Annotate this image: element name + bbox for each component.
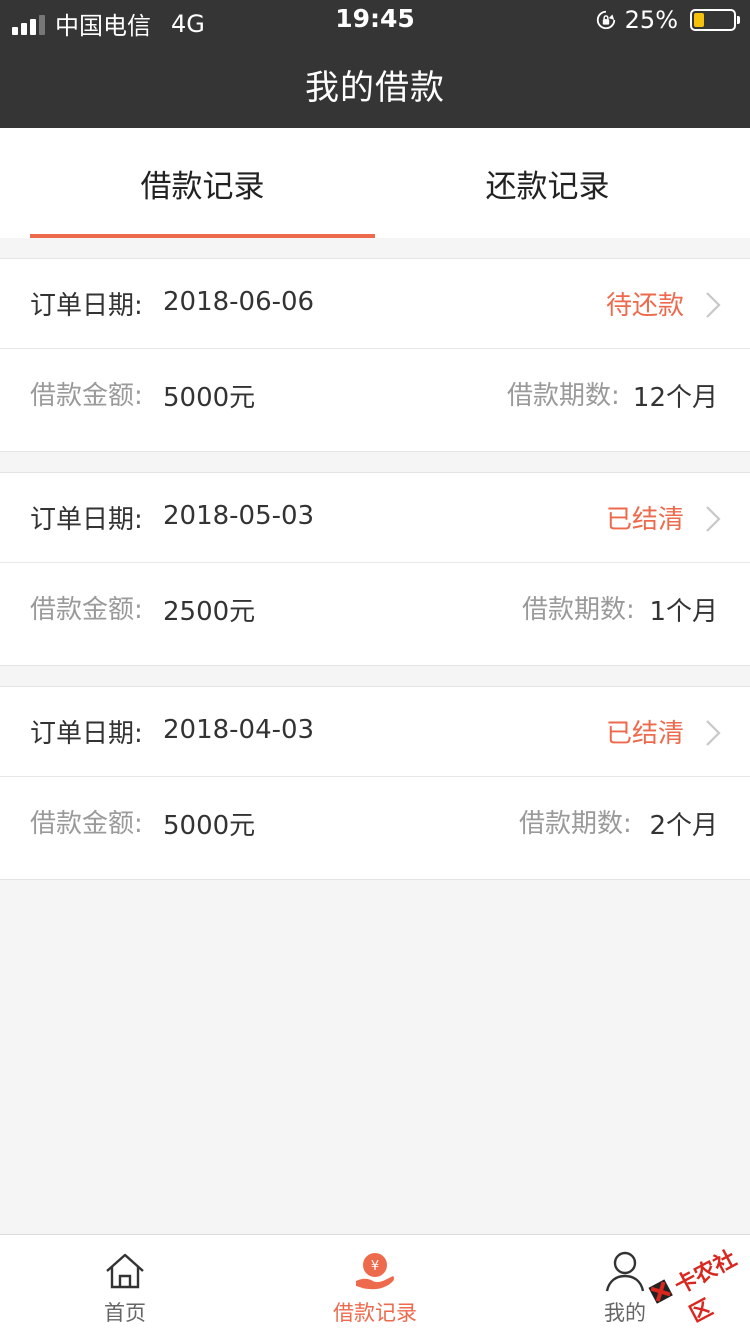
amount-value: 5000元 bbox=[163, 811, 256, 841]
nav-loan-records-label: 借款记录 bbox=[333, 1301, 417, 1325]
rotation-lock-icon bbox=[596, 10, 615, 30]
order-date-label: 订单日期: bbox=[30, 505, 143, 535]
periods-value: 1个月 bbox=[649, 597, 718, 627]
loan-card: 订单日期: 2018-05-03 已结清 借款金额: 2500元 借款期数: 1… bbox=[0, 472, 750, 666]
app-header: 中国电信 4G 19:45 25% 我的借款 bbox=[0, 0, 750, 128]
svg-text:¥: ¥ bbox=[371, 1259, 379, 1274]
chevron-right-icon bbox=[706, 720, 721, 746]
amount-label: 借款金额: bbox=[30, 809, 143, 839]
battery-level bbox=[694, 13, 704, 27]
periods-label: 借款期数: bbox=[519, 809, 632, 839]
periods-label: 借款期数: bbox=[522, 595, 635, 625]
amount-label: 借款金额: bbox=[30, 381, 143, 411]
periods-label: 借款期数: bbox=[507, 381, 620, 411]
order-date-label: 订单日期: bbox=[30, 719, 143, 749]
chevron-right-icon bbox=[706, 292, 721, 318]
order-date-value: 2018-04-03 bbox=[163, 715, 315, 745]
battery-icon bbox=[690, 9, 740, 31]
loan-card: 订单日期: 2018-06-06 待还款 借款金额: 5000元 借款期数: 1… bbox=[0, 258, 750, 452]
periods-value: 12个月 bbox=[632, 383, 718, 413]
periods-value: 2个月 bbox=[649, 811, 718, 841]
loan-status: 已结清 bbox=[605, 505, 684, 535]
loan-status: 已结清 bbox=[605, 719, 684, 749]
page-title: 我的借款 bbox=[305, 68, 445, 108]
tab-loan-records[interactable]: 借款记录 bbox=[30, 128, 375, 238]
tab-bar: 借款记录 还款记录 bbox=[0, 128, 720, 238]
battery-percent: 25% bbox=[624, 6, 678, 34]
tab-repayment-records[interactable]: 还款记录 bbox=[375, 128, 720, 238]
loan-card-header[interactable]: 订单日期: 2018-06-06 待还款 bbox=[0, 259, 750, 349]
home-icon bbox=[106, 1253, 144, 1289]
amount-value: 5000元 bbox=[163, 383, 256, 413]
loan-card-header[interactable]: 订单日期: 2018-04-03 已结清 bbox=[0, 687, 750, 777]
order-date-value: 2018-05-03 bbox=[163, 501, 315, 531]
bottom-nav: 首页 ¥ 借款记录 我的 bbox=[0, 1234, 750, 1334]
nav-home-label: 首页 bbox=[104, 1301, 146, 1325]
loan-card-header[interactable]: 订单日期: 2018-05-03 已结清 bbox=[0, 473, 750, 563]
loan-hand-icon: ¥ bbox=[356, 1253, 395, 1290]
status-right: 25% bbox=[595, 6, 740, 34]
amount-label: 借款金额: bbox=[30, 595, 143, 625]
amount-value: 2500元 bbox=[163, 597, 256, 627]
chevron-right-icon bbox=[706, 506, 721, 532]
loan-status: 待还款 bbox=[605, 291, 684, 321]
loan-card: 订单日期: 2018-04-03 已结清 借款金额: 5000元 借款期数: 2… bbox=[0, 686, 750, 880]
order-date-label: 订单日期: bbox=[30, 291, 143, 321]
nav-loan-records[interactable]: ¥ 借款记录 bbox=[250, 1235, 500, 1334]
person-icon bbox=[605, 1251, 645, 1292]
nav-home[interactable]: 首页 bbox=[0, 1235, 250, 1334]
order-date-value: 2018-06-06 bbox=[163, 287, 315, 317]
tab-bar-edge bbox=[720, 128, 750, 238]
status-bar: 中国电信 4G 19:45 25% bbox=[0, 0, 750, 40]
